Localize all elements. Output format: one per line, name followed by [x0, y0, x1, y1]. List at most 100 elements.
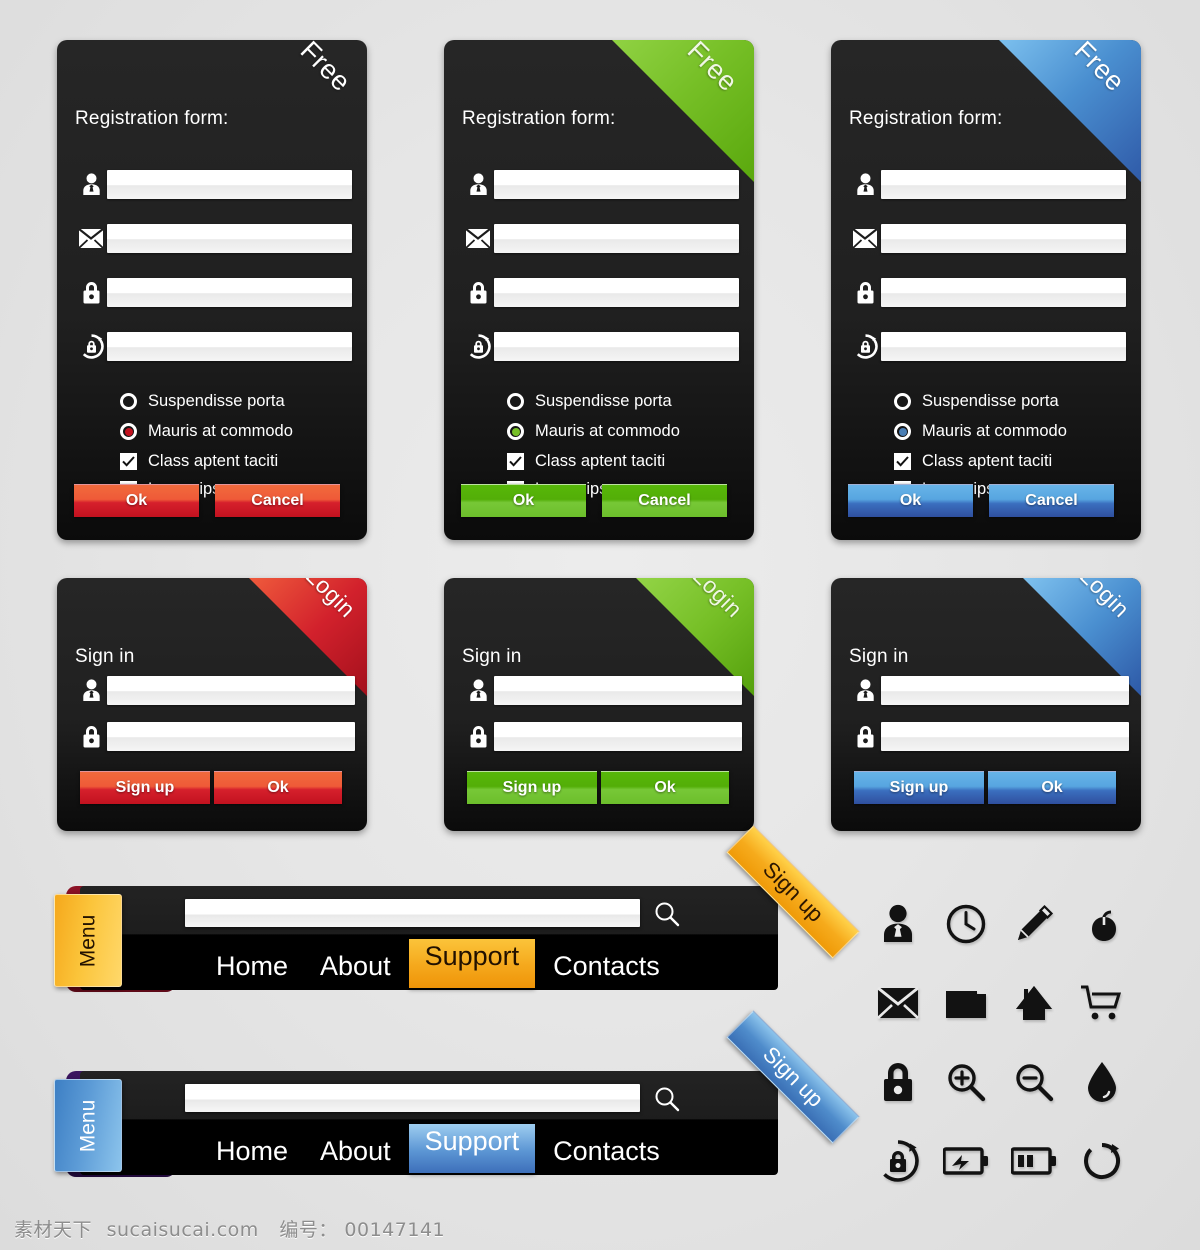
radio-mauris-at-commodo[interactable]: Mauris at commodo	[120, 422, 293, 441]
folder-icon[interactable]	[932, 963, 1000, 1042]
cancel-button[interactable]: Cancel	[215, 484, 340, 517]
radio-suspendisse-porta[interactable]: Suspendisse porta	[507, 392, 672, 411]
nav-item-about[interactable]: About	[304, 949, 407, 988]
refresh-icon[interactable]	[1068, 1121, 1136, 1200]
droplet-icon[interactable]	[1068, 1042, 1136, 1121]
home-icon[interactable]	[1000, 963, 1068, 1042]
signup-button[interactable]: Sign up	[854, 771, 984, 804]
battery-charging-icon[interactable]	[932, 1121, 1000, 1200]
radio-icon-unselected[interactable]	[894, 393, 911, 410]
search-input[interactable]	[185, 899, 640, 927]
nav-item-support[interactable]: Support	[408, 939, 536, 988]
menubar-nav: Home About Support Contacts	[200, 939, 676, 988]
icon-grid	[864, 884, 1136, 1200]
password-input[interactable]	[881, 277, 1126, 307]
lock-refresh-icon	[849, 331, 881, 361]
radio-icon-unselected[interactable]	[120, 393, 137, 410]
username-input[interactable]	[881, 169, 1126, 199]
radio-icon-unselected[interactable]	[507, 393, 524, 410]
choice-label: Class aptent taciti	[148, 452, 279, 470]
lock-icon	[849, 721, 881, 751]
radio-icon-selected[interactable]	[120, 423, 137, 440]
lock-refresh-icon[interactable]	[864, 1121, 932, 1200]
ribbon-label: Free	[1069, 40, 1131, 98]
username-input[interactable]	[494, 169, 739, 199]
email-input[interactable]	[881, 223, 1126, 253]
check-icon[interactable]	[894, 453, 911, 470]
nav-item-support[interactable]: Support	[408, 1124, 536, 1173]
cancel-button[interactable]: Cancel	[989, 484, 1114, 517]
password-input[interactable]	[881, 721, 1129, 751]
confirm-password-input[interactable]	[107, 331, 352, 361]
corner-ribbon-free-blue: Free	[999, 40, 1141, 182]
signup-button[interactable]: Sign up	[80, 771, 210, 804]
username-input[interactable]	[881, 675, 1129, 705]
nav-item-about[interactable]: About	[304, 1134, 407, 1173]
radio-icon-selected[interactable]	[894, 423, 911, 440]
search-icon[interactable]	[653, 1085, 681, 1118]
checkbox-class-aptent-taciti[interactable]: Class aptent taciti	[894, 452, 1052, 471]
menu-tab-label: Menu	[76, 914, 99, 967]
nav-item-contacts[interactable]: Contacts	[537, 1134, 676, 1173]
field-row-confirm-password	[75, 331, 352, 361]
checkbox-class-aptent-taciti[interactable]: Class aptent taciti	[507, 452, 665, 471]
signup-button[interactable]: Sign up	[467, 771, 597, 804]
mouse-icon[interactable]	[1068, 884, 1136, 963]
menu-tab-button[interactable]: Menu	[54, 1079, 122, 1172]
ok-button[interactable]: Ok	[461, 484, 586, 517]
ok-button[interactable]: Ok	[214, 771, 342, 804]
cart-icon[interactable]	[1068, 963, 1136, 1042]
nav-item-home[interactable]: Home	[200, 949, 304, 988]
field-row-confirm-password	[462, 331, 739, 361]
cancel-button[interactable]: Cancel	[602, 484, 727, 517]
search-icon[interactable]	[653, 900, 681, 933]
radio-suspendisse-porta[interactable]: Suspendisse porta	[894, 392, 1059, 411]
envelope-icon	[75, 223, 107, 253]
username-input[interactable]	[494, 675, 742, 705]
password-input[interactable]	[494, 277, 739, 307]
clock-icon[interactable]	[932, 884, 1000, 963]
checkbox-class-aptent-taciti[interactable]: Class aptent taciti	[120, 452, 278, 471]
check-icon[interactable]	[507, 453, 524, 470]
password-input[interactable]	[107, 277, 352, 307]
field-row-user	[75, 675, 355, 705]
radio-suspendisse-porta[interactable]: Suspendisse porta	[120, 392, 285, 411]
ok-button[interactable]: Ok	[988, 771, 1116, 804]
nav-item-contacts[interactable]: Contacts	[537, 949, 676, 988]
nav-item-home[interactable]: Home	[200, 1134, 304, 1173]
user-icon	[849, 675, 881, 705]
confirm-password-input[interactable]	[881, 331, 1126, 361]
email-input[interactable]	[494, 223, 739, 253]
password-input[interactable]	[494, 721, 742, 751]
ok-button[interactable]: Ok	[601, 771, 729, 804]
password-input[interactable]	[107, 721, 355, 751]
search-input[interactable]	[185, 1084, 640, 1112]
page-title: Registration form:	[75, 108, 229, 129]
menubar-nav: Home About Support Contacts	[200, 1124, 676, 1173]
page-title: Sign in	[75, 646, 135, 667]
username-input[interactable]	[107, 169, 352, 199]
pencil-icon[interactable]	[1000, 884, 1068, 963]
menu-tab-button[interactable]: Menu	[54, 894, 122, 987]
ribbon-label: Login	[301, 578, 361, 623]
radio-mauris-at-commodo[interactable]: Mauris at commodo	[894, 422, 1067, 441]
zoom-in-icon[interactable]	[932, 1042, 1000, 1121]
confirm-password-input[interactable]	[494, 331, 739, 361]
lock-icon[interactable]	[864, 1042, 932, 1121]
lock-icon	[462, 277, 494, 307]
user-icon[interactable]	[864, 884, 932, 963]
user-icon	[462, 169, 494, 199]
field-row-password	[462, 721, 742, 751]
radio-icon-selected[interactable]	[507, 423, 524, 440]
field-row-user	[462, 169, 739, 199]
username-input[interactable]	[107, 675, 355, 705]
envelope-icon[interactable]	[864, 963, 932, 1042]
check-icon[interactable]	[120, 453, 137, 470]
battery-half-icon[interactable]	[1000, 1121, 1068, 1200]
footer-id-label: 编号：	[279, 1219, 338, 1241]
ok-button[interactable]: Ok	[74, 484, 199, 517]
zoom-out-icon[interactable]	[1000, 1042, 1068, 1121]
email-input[interactable]	[107, 223, 352, 253]
ok-button[interactable]: Ok	[848, 484, 973, 517]
radio-mauris-at-commodo[interactable]: Mauris at commodo	[507, 422, 680, 441]
